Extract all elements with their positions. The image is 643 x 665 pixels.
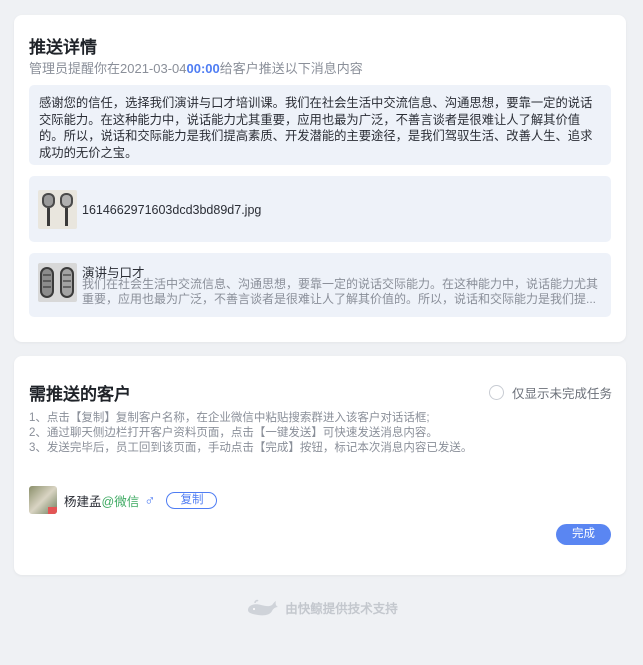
footer-text: 由快鲸提供技术支持	[285, 602, 398, 616]
instructions: 1、点击【复制】复制客户名称，在企业微信中粘贴搜索群进入该客户对话话框; 2、通…	[29, 411, 472, 456]
instruction-item: 1、点击【复制】复制客户名称，在企业微信中粘贴搜索群进入该客户对话话框;	[29, 412, 430, 424]
whale-icon	[248, 599, 279, 615]
file-attachment[interactable]: 1614662971603dcd3bd89d7.jpg	[29, 176, 611, 242]
copy-button[interactable]: 复制	[166, 491, 218, 509]
link-card[interactable]: 演讲与口才 我们在社会生活中交流信息、沟通思想，要靠一定的说话交际能力。在这种能…	[29, 253, 611, 317]
instruction-item: 3、发送完毕后，员工回到该页面，手动点击【完成】按钮，标记本次消息内容已发送。	[29, 442, 473, 454]
done-button[interactable]: 完成	[556, 524, 611, 545]
customers-title: 需推送的客户	[29, 385, 131, 404]
toggle-label: 仅显示未完成任务	[511, 387, 612, 401]
customers-card: 需推送的客户 仅显示未完成任务 1、点击【复制】复制客户名称，在企业微信中粘贴搜…	[14, 356, 626, 575]
wechat-tag: @微信	[101, 494, 140, 509]
male-icon: ♂	[144, 491, 156, 509]
subtitle-prefix: 管理员提醒你在2021-03-04	[29, 61, 187, 76]
avatar	[29, 486, 57, 514]
radio-icon[interactable]	[488, 385, 504, 400]
microphone-image-icon	[38, 263, 77, 302]
link-description: 我们在社会生活中交流信息、沟通思想，要靠一定的说话交际能力。在这种能力中，说话能…	[82, 277, 602, 307]
push-detail-card: 推送详情 管理员提醒你在2021-03-0400:00给客户推送以下消息内容 感…	[14, 15, 626, 342]
footer: 由快鲸提供技术支持	[0, 598, 643, 617]
microphone-image-icon	[38, 190, 77, 229]
instruction-item: 2、通过聊天侧边栏打开客户资料页面，点击【一键发送】可快速发送消息内容。	[29, 427, 438, 439]
push-subtitle: 管理员提醒你在2021-03-0400:00给客户推送以下消息内容	[29, 58, 363, 77]
link-desc-line-2: 重要，应用也最为广泛，不善言谈者是很难让人了解其价值的。所以，说话和交际能力是我…	[82, 292, 597, 306]
file-name: 1614662971603dcd3bd89d7.jpg	[82, 203, 262, 217]
subtitle-suffix: 给客户推送以下消息内容	[219, 61, 363, 76]
link-desc-line-1: 我们在社会生活中交流信息、沟通思想，要靠一定的说话交际能力。在这种能力中，说话能…	[82, 277, 599, 291]
avatar-badge	[48, 507, 57, 514]
customer-row: 杨建孟 @微信 ♂ 复制	[29, 486, 218, 514]
unfinished-only-toggle[interactable]: 仅显示未完成任务	[488, 383, 612, 402]
page-title: 推送详情	[29, 38, 97, 57]
customer-name: 杨建孟	[64, 494, 102, 509]
subtitle-time: 00:00	[186, 61, 220, 76]
message-text: 感谢您的信任，选择我们演讲与口才培训课。我们在社会生活中交流信息、沟通思想，要靠…	[29, 85, 611, 165]
